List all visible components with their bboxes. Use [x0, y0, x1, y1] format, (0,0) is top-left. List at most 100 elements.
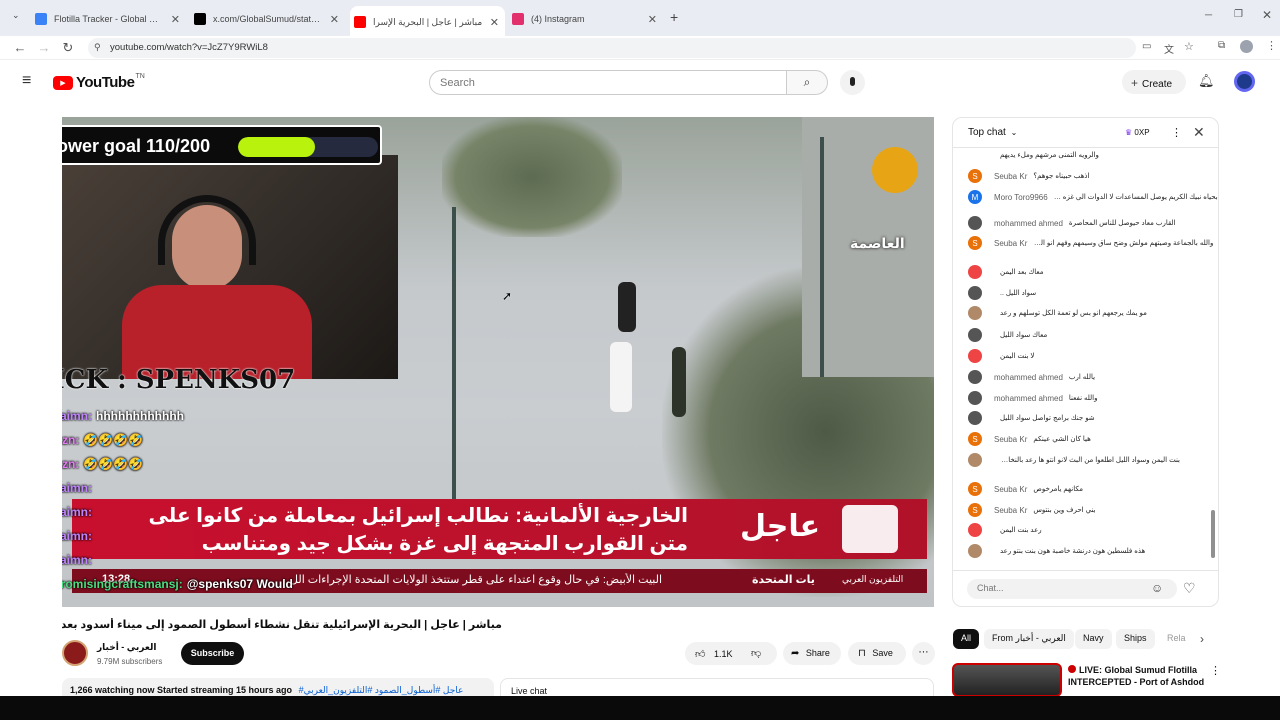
- overlay-chat-line: soltnsolaimn:: [62, 553, 96, 567]
- voice-search-button[interactable]: [840, 70, 865, 95]
- hamburger-menu-icon[interactable]: ≡: [22, 72, 31, 90]
- tree-left: [442, 117, 622, 237]
- related-video-thumbnail[interactable]: [952, 663, 1062, 697]
- chat-avatar[interactable]: [968, 148, 982, 162]
- share-button[interactable]: ➦ Share: [783, 642, 841, 665]
- search-input[interactable]: Search: [440, 77, 475, 89]
- chat-author[interactable]: mohammed ahmed: [994, 219, 1063, 228]
- chat-avatar[interactable]: S: [968, 169, 982, 183]
- notifications-bell-icon[interactable]: 🔔︎: [1198, 73, 1215, 89]
- save-button[interactable]: ⊓ Save: [848, 642, 906, 665]
- close-tab-icon[interactable]: ✕: [490, 16, 499, 29]
- chat-avatar[interactable]: [968, 544, 982, 558]
- chat-avatar[interactable]: S: [968, 482, 982, 496]
- chat-scrollbar[interactable]: [1211, 510, 1215, 558]
- chat-author[interactable]: Moro Toro9966: [994, 193, 1048, 202]
- chat-avatar[interactable]: [968, 286, 982, 300]
- url-field[interactable]: ⚲ youtube.com/watch?v=JcZ7Y9RWiL8: [88, 38, 1136, 58]
- chat-avatar[interactable]: [968, 265, 982, 279]
- filter-chip[interactable]: Ships: [1116, 629, 1155, 649]
- chat-avatar[interactable]: S: [968, 503, 982, 517]
- chat-avatar[interactable]: [968, 328, 982, 342]
- chat-author[interactable]: mohammed ahmed: [994, 394, 1063, 403]
- bookmark-star-icon[interactable]: ☆: [1184, 40, 1194, 53]
- channel-name[interactable]: العربي - أخبار: [97, 642, 156, 653]
- forward-icon[interactable]: →: [36, 40, 52, 55]
- chat-avatar[interactable]: [968, 453, 982, 467]
- filter-chip[interactable]: From العربي - أخبار: [984, 629, 1074, 649]
- filter-chip[interactable]: Navy: [1075, 629, 1112, 649]
- subscribe-button[interactable]: Subscribe: [181, 642, 244, 665]
- browser-tab[interactable]: Flotilla Tracker - Global Movem ✕: [31, 8, 186, 30]
- account-avatar[interactable]: [1234, 71, 1255, 92]
- close-chat-icon[interactable]: ✕: [1193, 124, 1205, 141]
- chat-avatar[interactable]: [968, 391, 982, 405]
- chat-avatar[interactable]: S: [968, 432, 982, 446]
- chat-avatar[interactable]: M: [968, 190, 982, 204]
- maximize-button[interactable]: ❐: [1234, 9, 1243, 20]
- close-window-button[interactable]: ✕: [1262, 8, 1272, 22]
- translate-icon[interactable]: 文: [1164, 41, 1174, 56]
- chat-input[interactable]: Chat... ☺: [967, 579, 1177, 599]
- close-tab-icon[interactable]: ✕: [171, 13, 180, 26]
- browser-menu-icon[interactable]: ⋮: [1266, 39, 1277, 52]
- chat-avatar[interactable]: [968, 370, 982, 384]
- heart-icon[interactable]: ♡: [1183, 580, 1196, 597]
- chat-avatar[interactable]: S: [968, 236, 982, 250]
- search-button[interactable]: ⌕: [786, 70, 828, 95]
- dislike-icon[interactable]: 👎︎: [751, 647, 761, 659]
- overlay-chat-user: soltnsolaimn:: [62, 553, 93, 567]
- install-icon[interactable]: ▭: [1142, 41, 1151, 52]
- browser-tab[interactable]: مباشر | عاجل | البحرية الإسرا ✕: [350, 6, 505, 36]
- youtube-logo[interactable]: ▶ YouTube TN: [53, 73, 145, 91]
- tab-search-icon[interactable]: ⌄: [12, 10, 20, 21]
- chat-author[interactable]: Seuba Kr: [994, 435, 1027, 444]
- search-box[interactable]: Search: [429, 70, 787, 95]
- chat-author[interactable]: Seuba Kr: [994, 485, 1027, 494]
- chat-text: يالله ارب: [1068, 374, 1096, 381]
- chat-avatar[interactable]: [968, 306, 982, 320]
- chat-author[interactable]: mohammed ahmed: [994, 373, 1063, 382]
- chat-more-icon[interactable]: ⋮: [1171, 126, 1182, 139]
- overlay-chat-line: soltnsolaimn:: [62, 481, 96, 495]
- description-stats: 1,266 watching now Started streaming 15 …: [70, 685, 293, 695]
- youtube-play-icon: ▶: [53, 75, 73, 90]
- like-icon[interactable]: 👍︎: [695, 649, 705, 660]
- chat-avatar[interactable]: [968, 411, 982, 425]
- chat-avatar[interactable]: [968, 523, 982, 537]
- minimize-button[interactable]: ─: [1205, 10, 1212, 21]
- overlay-chat-line: amamnzzn:🤣🤣🤣🤣: [62, 433, 143, 447]
- extensions-icon[interactable]: ⧉: [1218, 40, 1225, 51]
- back-icon[interactable]: ←: [12, 40, 28, 55]
- more-actions-button[interactable]: ⋯: [912, 642, 935, 665]
- chat-text: رعد بنت اليمن: [1000, 527, 1042, 534]
- chat-author[interactable]: Seuba Kr: [994, 239, 1027, 248]
- top-chat-label: Top chat: [968, 127, 1006, 138]
- browser-tab[interactable]: x.com/GlobalSumud/status/197 ✕: [190, 8, 345, 30]
- filter-chip[interactable]: Rela: [1159, 629, 1194, 649]
- xp-badge[interactable]: ♛ 0XP: [1125, 128, 1150, 137]
- related-video-title[interactable]: LIVE: Global Sumud Flotilla INTERCEPTED …: [1068, 664, 1208, 688]
- reload-icon[interactable]: ↻: [60, 40, 76, 56]
- top-chat-dropdown[interactable]: Top chat ⌄: [968, 127, 1017, 138]
- new-tab-button[interactable]: +: [670, 9, 678, 25]
- chat-avatar[interactable]: [968, 216, 982, 230]
- browser-tab[interactable]: (4) Instagram ✕: [508, 8, 663, 30]
- tv-name: التلفزيون العربي: [842, 574, 904, 584]
- site-info-icon[interactable]: ⚲: [94, 42, 101, 53]
- profile-avatar-icon[interactable]: [1240, 40, 1253, 53]
- microphone-icon: [850, 77, 855, 86]
- video-player[interactable]: العاصمة Follower goal 110/200 KICK : SPE…: [62, 117, 934, 607]
- emoji-icon[interactable]: ☺: [1151, 581, 1163, 595]
- close-tab-icon[interactable]: ✕: [648, 13, 657, 26]
- create-button[interactable]: + Create: [1122, 70, 1186, 94]
- chips-next-icon[interactable]: ›: [1200, 632, 1204, 646]
- related-more-icon[interactable]: ⋮: [1210, 664, 1221, 677]
- channel-avatar[interactable]: [62, 640, 88, 666]
- chat-avatar[interactable]: [968, 349, 982, 363]
- chat-author[interactable]: Seuba Kr: [994, 172, 1027, 181]
- close-tab-icon[interactable]: ✕: [330, 13, 339, 26]
- filter-chip[interactable]: All: [953, 629, 980, 649]
- chat-author[interactable]: Seuba Kr: [994, 506, 1027, 515]
- overlay-chat-message: hhhhhhhhhhhh: [96, 409, 184, 423]
